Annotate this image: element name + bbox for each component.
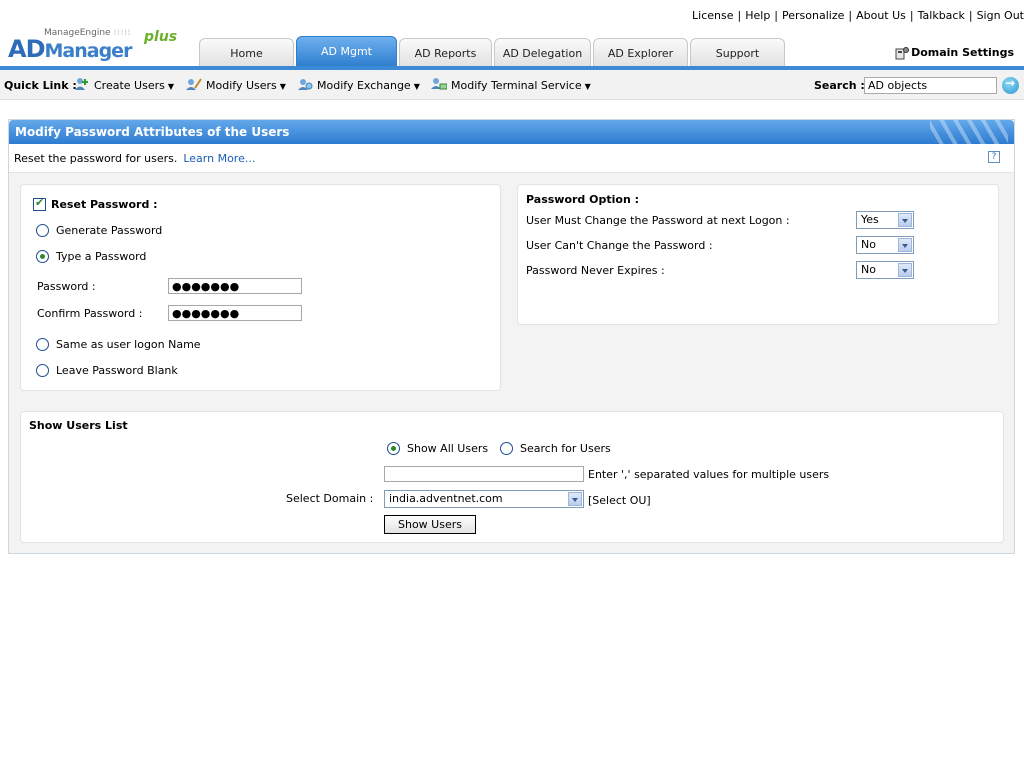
title-decoration bbox=[930, 120, 1008, 144]
description-text: Reset the password for users. bbox=[14, 152, 178, 165]
modify-users-icon bbox=[186, 78, 202, 90]
select-ou-link[interactable]: [Select OU] bbox=[588, 494, 651, 507]
tab-ad-mgmt[interactable]: AD Mgmt bbox=[296, 36, 397, 70]
confirm-password-label: Confirm Password : bbox=[37, 307, 143, 320]
show-users-list-box: Show Users List Show All Users Search fo… bbox=[20, 411, 1004, 543]
search-label: Search : bbox=[814, 79, 865, 92]
personalize-link[interactable]: Personalize bbox=[782, 9, 844, 22]
chevron-down-icon bbox=[898, 213, 912, 227]
logo-plus: plus bbox=[144, 29, 178, 45]
option-same-as-logon[interactable]: Same as user logon Name bbox=[36, 338, 201, 351]
domain-settings-button[interactable]: Domain Settings bbox=[895, 46, 1014, 60]
option-generate-password[interactable]: Generate Password bbox=[36, 224, 162, 237]
tab-ad-delegation[interactable]: AD Delegation bbox=[494, 38, 591, 66]
never-expires-label: Password Never Expires : bbox=[526, 264, 665, 277]
cant-change-select[interactable]: No bbox=[856, 236, 914, 254]
about-us-link[interactable]: About Us bbox=[856, 9, 906, 22]
search-for-users-radio[interactable] bbox=[500, 442, 513, 455]
quick-link-label: Quick Link : bbox=[4, 79, 77, 92]
never-expires-select[interactable]: No bbox=[856, 261, 914, 279]
option-leave-blank[interactable]: Leave Password Blank bbox=[36, 364, 178, 377]
domain-settings-icon bbox=[895, 47, 910, 60]
license-link[interactable]: License bbox=[692, 9, 733, 22]
password-field[interactable] bbox=[168, 278, 302, 294]
show-users-button[interactable]: Show Users bbox=[384, 515, 476, 534]
reset-password-checkbox[interactable] bbox=[33, 196, 46, 211]
logo-product: ADManager bbox=[8, 35, 132, 63]
tab-ad-explorer[interactable]: AD Explorer bbox=[593, 38, 688, 66]
confirm-password-field[interactable] bbox=[168, 305, 302, 321]
reset-password-row: Reset Password : bbox=[33, 196, 158, 211]
talkback-link[interactable]: Talkback bbox=[918, 9, 965, 22]
top-links: License | Help | Personalize | About Us | Talkba… bbox=[692, 9, 1024, 22]
password-label: Password : bbox=[37, 280, 96, 293]
quicklink-modify-users[interactable]: Modify Users ▼ bbox=[186, 77, 286, 93]
users-input[interactable] bbox=[384, 466, 584, 482]
select-domain-label: Select Domain : bbox=[286, 492, 374, 505]
must-change-label: User Must Change the Password at next Lo… bbox=[526, 214, 790, 227]
password-option-box: Password Option : User Must Change the P… bbox=[517, 184, 999, 325]
search-go-icon[interactable] bbox=[1002, 76, 1019, 94]
same-as-logon-radio[interactable] bbox=[36, 338, 49, 351]
leave-blank-radio[interactable] bbox=[36, 364, 49, 377]
quicklink-create-users[interactable]: Create Users ▼ bbox=[74, 77, 174, 93]
option-search-for-users[interactable]: Search for Users bbox=[500, 442, 611, 455]
quicklink-modify-terminal-service[interactable]: Modify Terminal Service ▼ bbox=[431, 77, 591, 93]
chevron-down-icon bbox=[898, 238, 912, 252]
tab-ad-reports[interactable]: AD Reports bbox=[399, 38, 492, 66]
create-users-icon bbox=[75, 78, 88, 90]
modify-terminal-service-icon bbox=[431, 78, 447, 90]
option-type-password[interactable]: Type a Password bbox=[36, 250, 146, 263]
users-input-hint: Enter ',' separated values for multiple … bbox=[588, 468, 830, 481]
show-all-users-radio[interactable] bbox=[387, 442, 400, 455]
help-icon[interactable]: ? bbox=[988, 151, 1000, 163]
must-change-select[interactable]: Yes bbox=[856, 211, 914, 229]
domain-select[interactable]: india.adventnet.com bbox=[384, 490, 584, 508]
admanager-logo[interactable]: ManageEngine ⁞⁞⁞⁞⁞ ADManager plus bbox=[8, 28, 178, 65]
reset-password-label: Reset Password : bbox=[51, 198, 158, 211]
type-password-radio[interactable] bbox=[36, 250, 49, 263]
chevron-down-icon bbox=[898, 263, 912, 277]
quicklink-modify-exchange[interactable]: Modify Exchange ▼ bbox=[297, 77, 420, 93]
modify-password-panel: Modify Password Attributes of the Users … bbox=[8, 119, 1015, 554]
generate-password-radio[interactable] bbox=[36, 224, 49, 237]
tab-support[interactable]: Support bbox=[690, 38, 785, 66]
tab-home[interactable]: Home bbox=[199, 38, 294, 66]
chevron-down-icon bbox=[568, 492, 582, 506]
learn-more-link[interactable]: Learn More... bbox=[183, 152, 255, 165]
description-row: Reset the password for users. Learn More.… bbox=[9, 144, 1014, 173]
modify-exchange-icon bbox=[298, 79, 313, 90]
sign-out-link[interactable]: Sign Out bbox=[977, 9, 1024, 22]
password-option-title: Password Option : bbox=[526, 193, 640, 206]
show-users-list-title: Show Users List bbox=[29, 419, 128, 432]
option-show-all-users[interactable]: Show All Users bbox=[387, 442, 488, 455]
search-input[interactable] bbox=[864, 77, 997, 94]
help-link[interactable]: Help bbox=[745, 9, 770, 22]
panel-title: Modify Password Attributes of the Users bbox=[9, 120, 1014, 144]
cant-change-label: User Can't Change the Password : bbox=[526, 239, 713, 252]
reset-password-box: Reset Password : Generate Password Type … bbox=[20, 184, 501, 391]
